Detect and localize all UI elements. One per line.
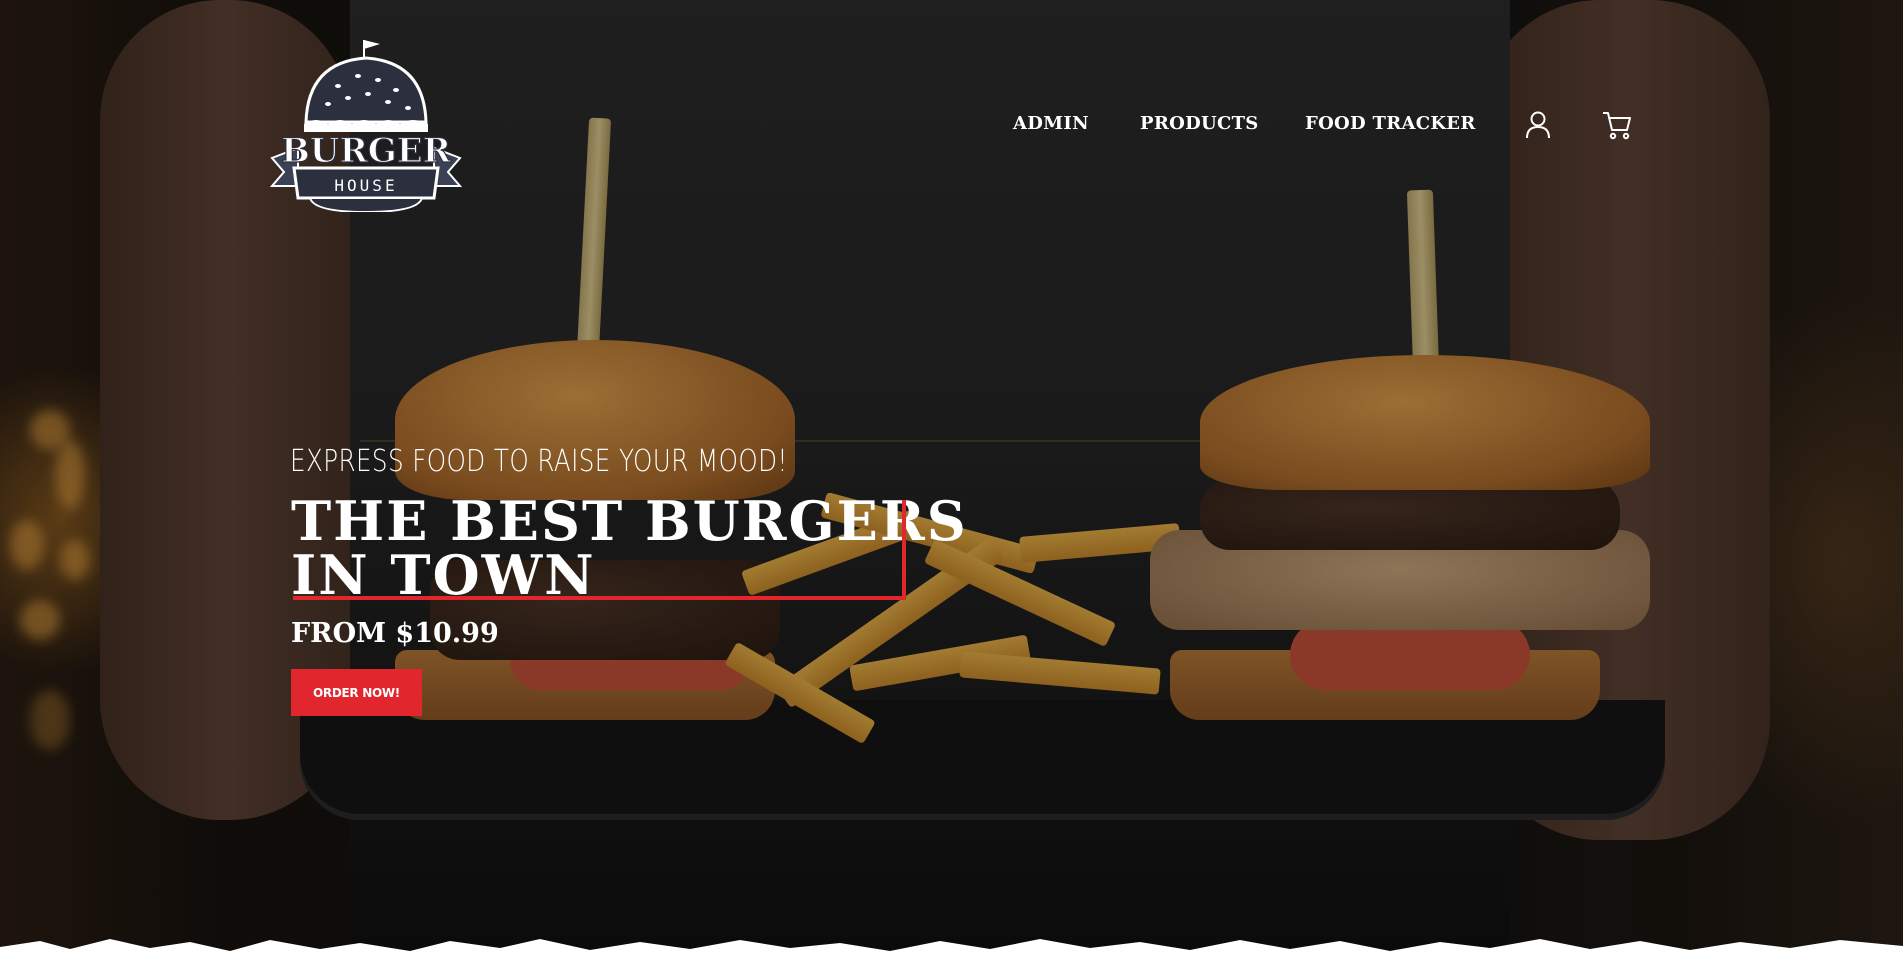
nav-products[interactable]: PRODUCTS: [1140, 113, 1259, 134]
logo-text-burger: BURGER: [281, 131, 452, 171]
order-now-button[interactable]: ORDER NOW!: [291, 669, 422, 716]
logo-text-house: HOUSE: [334, 176, 397, 195]
hero-headline: THE BEST BURGERS IN TOWN: [291, 489, 968, 607]
cart-icon: [1603, 112, 1631, 140]
cart-button[interactable]: [1600, 108, 1634, 142]
nav-food-tracker[interactable]: FOOD TRACKER: [1305, 113, 1476, 134]
hero-price: FROM $10.99: [291, 618, 499, 649]
headline-bracket: [902, 500, 906, 600]
nav-admin[interactable]: ADMIN: [1013, 113, 1089, 134]
headline-underline: [293, 596, 906, 600]
burger-icon: BURGER HOUSE: [269, 40, 463, 214]
brand-logo[interactable]: BURGER HOUSE: [268, 36, 464, 214]
torn-paper-edge: [0, 939, 1903, 969]
account-button[interactable]: [1521, 108, 1555, 142]
hero-headline-line1: THE BEST BURGERS: [291, 489, 968, 553]
user-icon: [1526, 111, 1550, 139]
hero-tagline: EXPRESS FOOD TO RAISE YOUR MOOD!: [290, 444, 788, 479]
hero-headline-line2: IN TOWN: [291, 543, 596, 607]
